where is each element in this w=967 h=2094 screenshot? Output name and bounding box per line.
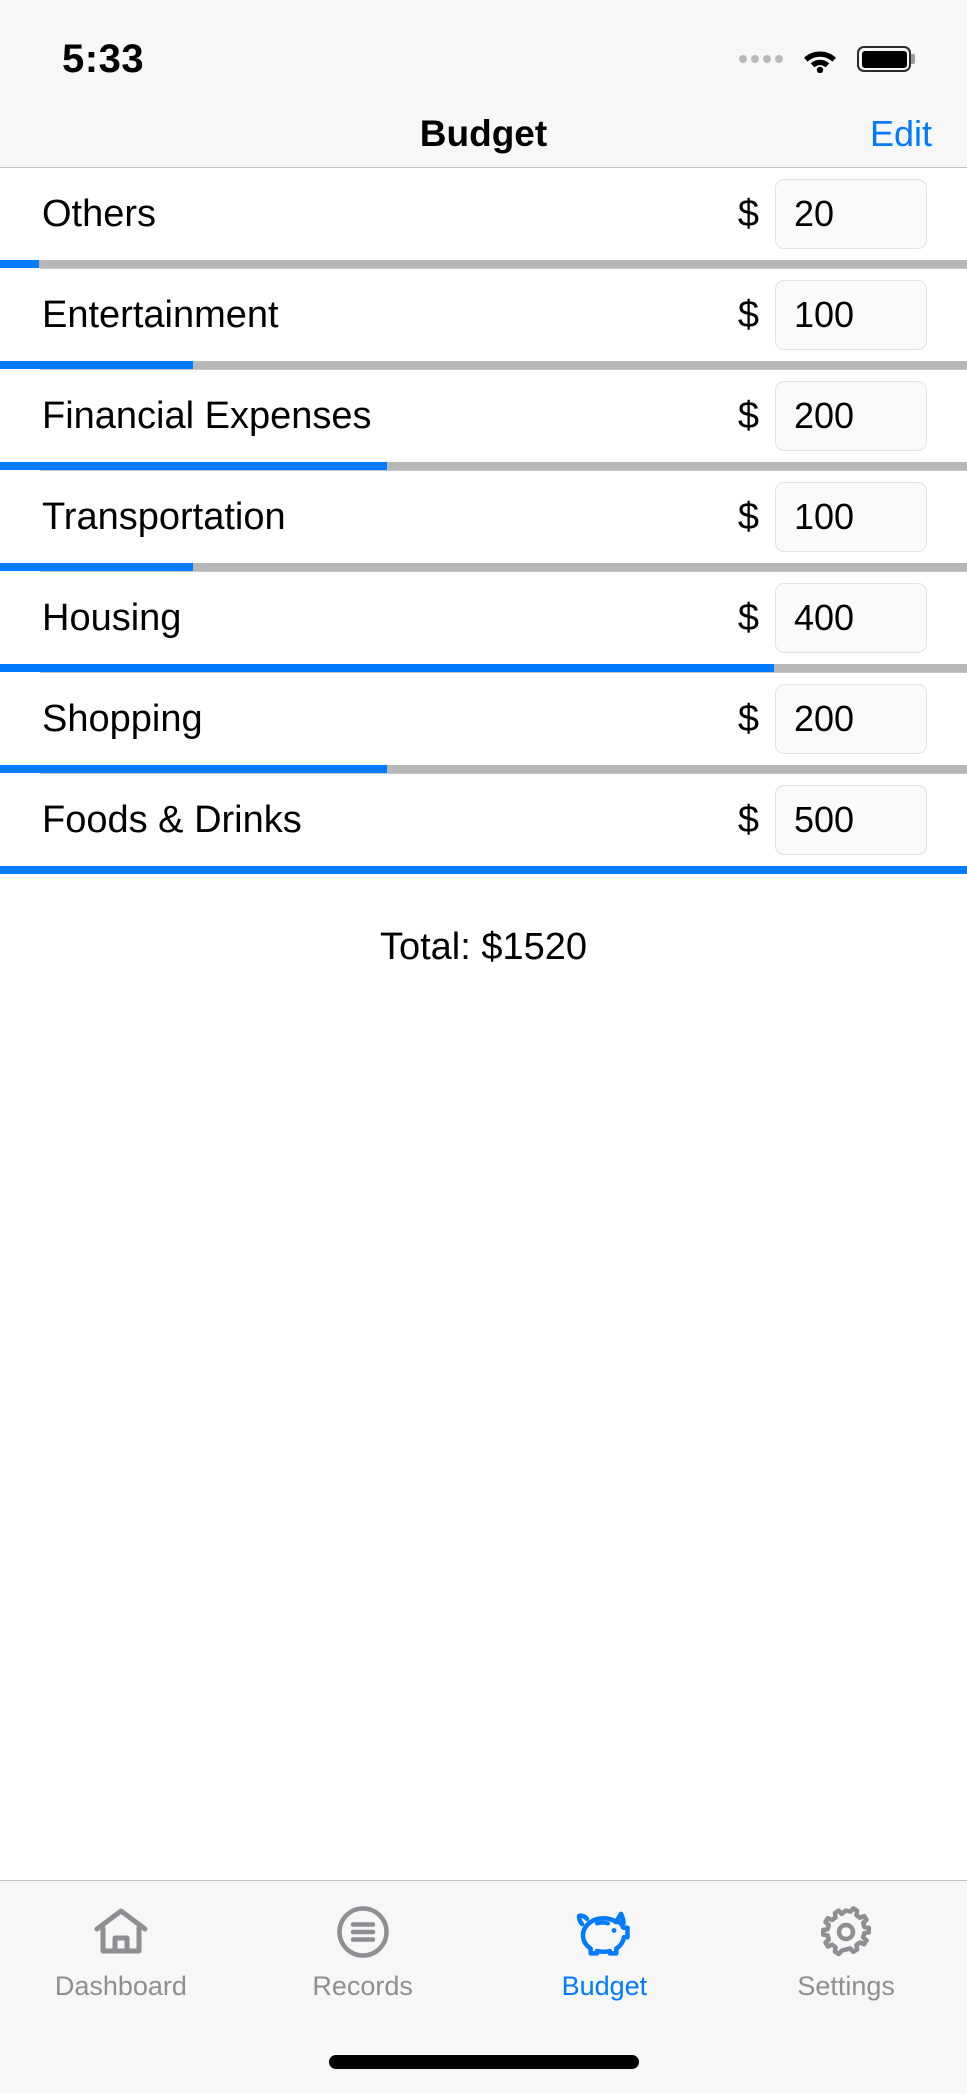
signal-dots-icon: [739, 55, 783, 63]
status-time: 5:33: [62, 36, 145, 81]
nav-bar: Budget Edit: [0, 100, 967, 168]
wifi-icon: [801, 45, 839, 73]
budget-progress-bar: [0, 462, 967, 470]
budget-progress-fill: [0, 260, 39, 268]
category-label: Others: [42, 192, 157, 235]
budget-row: Foods & Drinks $500: [0, 773, 967, 874]
tab-settings[interactable]: Settings: [725, 1903, 967, 2002]
budget-row-body: Entertainment $100: [0, 269, 967, 361]
budget-progress-fill: [0, 866, 967, 874]
category-label: Foods & Drinks: [42, 798, 302, 841]
status-bar: 5:33: [0, 0, 967, 100]
budget-amount-input[interactable]: 400: [775, 583, 927, 653]
category-label: Housing: [42, 596, 182, 639]
budget-amount-input[interactable]: 500: [775, 785, 927, 855]
currency-symbol: $: [737, 394, 759, 437]
budget-row: Financial Expenses $200: [0, 369, 967, 470]
budget-row-body: Shopping $200: [0, 673, 967, 765]
currency-symbol: $: [737, 697, 759, 740]
budget-total: Total: $1520: [379, 926, 588, 968]
category-label: Shopping: [42, 697, 203, 740]
tab-records[interactable]: Records: [242, 1903, 484, 2002]
currency-symbol: $: [737, 495, 759, 538]
home-indicator-area: [0, 2030, 967, 2094]
budget-progress-bar: [0, 664, 967, 672]
budget-screen: 5:33 Budget Edit Others $20 Entertainment $…: [0, 0, 967, 2094]
list-circle-icon: [332, 1903, 394, 1961]
budget-row: Housing $400: [0, 571, 967, 672]
content-spacer: [0, 969, 967, 1880]
gear-icon: [815, 1903, 877, 1961]
tab-bar: Dashboard Records Budget Settings: [0, 1880, 967, 2030]
budget-progress-fill: [0, 563, 194, 571]
budget-row: Others $20: [0, 168, 967, 268]
tab-label: Records: [312, 1971, 413, 2001]
budget-progress-fill: [0, 765, 387, 773]
category-label: Transportation: [42, 495, 286, 538]
tab-label: Dashboard: [54, 1971, 187, 2001]
tab-budget[interactable]: Budget: [484, 1903, 726, 2002]
budget-row-body: Foods & Drinks $500: [0, 774, 967, 866]
edit-button[interactable]: Edit: [870, 113, 932, 155]
currency-symbol: $: [737, 798, 759, 841]
budget-amount-input[interactable]: 100: [775, 280, 927, 350]
budget-row-body: Transportation $100: [0, 471, 967, 563]
home-indicator[interactable]: [328, 2055, 639, 2069]
piggy-bank-icon: [573, 1903, 635, 1961]
budget-row: Transportation $100: [0, 470, 967, 571]
battery-full-icon: [857, 46, 911, 72]
tab-label: Settings: [797, 1971, 895, 2001]
currency-symbol: $: [737, 192, 759, 235]
budget-progress-bar: [0, 765, 967, 773]
currency-symbol: $: [737, 596, 759, 639]
page-title: Budget: [419, 112, 548, 154]
budget-row: Entertainment $100: [0, 268, 967, 369]
budget-amount-input[interactable]: 200: [775, 684, 927, 754]
currency-symbol: $: [737, 293, 759, 336]
tab-dashboard[interactable]: Dashboard: [0, 1903, 242, 2002]
house-icon: [90, 1903, 152, 1961]
budget-amount-input[interactable]: 100: [775, 482, 927, 552]
budget-row: Shopping $200: [0, 672, 967, 773]
budget-amount-input[interactable]: 200: [775, 381, 927, 451]
budget-progress-bar: [0, 866, 967, 874]
tab-label: Budget: [561, 1971, 648, 2001]
budget-progress-fill: [0, 664, 774, 672]
budget-row-body: Housing $400: [0, 572, 967, 664]
budget-progress-bar: [0, 260, 967, 268]
budget-progress-bar: [0, 361, 967, 369]
budget-progress-fill: [0, 462, 387, 470]
budget-list: Others $20 Entertainment $100 Financial Expe…: [0, 168, 967, 874]
budget-row-body: Others $20: [0, 168, 967, 260]
budget-progress-bar: [0, 563, 967, 571]
category-label: Entertainment: [42, 293, 279, 336]
category-label: Financial Expenses: [42, 394, 372, 437]
budget-row-body: Financial Expenses $200: [0, 370, 967, 462]
budget-progress-fill: [0, 361, 194, 369]
budget-amount-input[interactable]: 20: [775, 179, 927, 249]
status-indicators: [739, 45, 911, 73]
